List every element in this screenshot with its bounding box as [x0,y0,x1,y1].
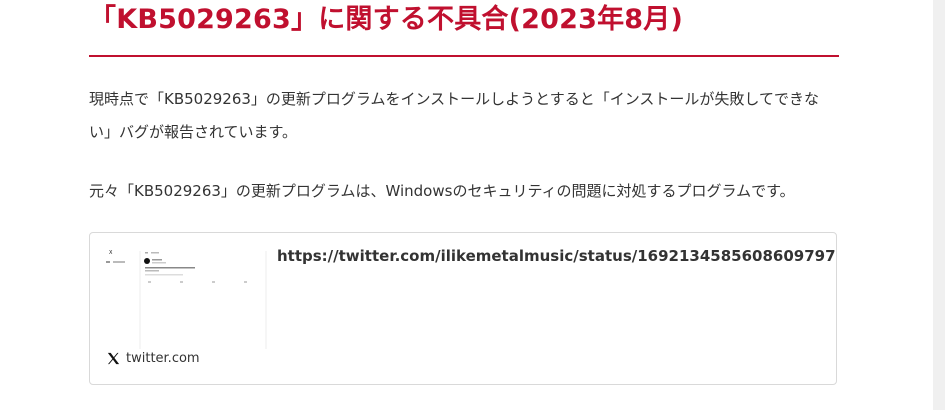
paragraph-1: 現時点で「KB5029263」の更新プログラムをインストールしようとすると「イン… [89,90,819,141]
x-logo-icon [106,351,121,366]
link-embed-card[interactable]: X https://twitter.com/ilikemetalmusic/st… [89,232,837,385]
headline-divider [89,55,839,57]
thumbnail-graphic: X [98,241,268,351]
paragraph-2: 元々「KB5029263」の更新プログラムは、Windowsのセキュリティの問題… [89,182,795,200]
tweet-preview-thumbnail-icon[interactable]: X [98,241,268,351]
embed-source: twitter.com [106,351,200,366]
svg-text:X: X [109,250,113,256]
embed-domain: twitter.com [126,351,200,366]
embed-url-link[interactable]: https://twitter.com/ilikemetalmusic/stat… [277,247,836,265]
page: 「KB5029263」に関する不具合(2023年8月) 現時点で「KB50292… [0,0,945,410]
article-headline: 「KB5029263」に関する不具合(2023年8月) [89,4,684,35]
article-content: 「KB5029263」に関する不具合(2023年8月) 現時点で「KB50292… [89,0,839,208]
scrollbar-track[interactable] [933,0,945,410]
